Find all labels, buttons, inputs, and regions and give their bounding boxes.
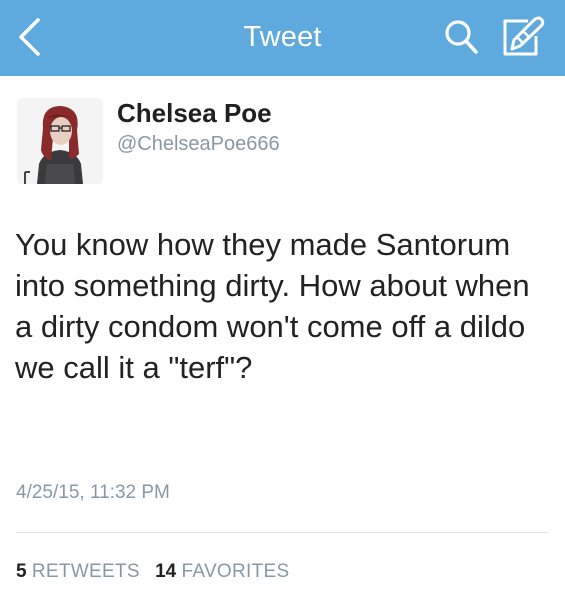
tweet-detail-screen: Tweet Chelsea Poe @ChelseaPoe666 You kno…: [0, 0, 565, 610]
search-icon: [441, 17, 481, 62]
favorites-count: 14: [155, 561, 177, 582]
avatar-image: [17, 98, 103, 184]
author-handle[interactable]: @ChelseaPoe666: [117, 132, 280, 156]
divider: [16, 532, 549, 533]
favorites-stat[interactable]: 14 FAVORITES: [155, 560, 289, 584]
author-name[interactable]: Chelsea Poe: [117, 98, 272, 128]
compose-button[interactable]: [494, 15, 550, 63]
retweets-stat[interactable]: 5 RETWEETS: [16, 560, 140, 584]
favorites-label: FAVORITES: [181, 561, 290, 582]
compose-icon: [498, 14, 546, 65]
retweets-label: RETWEETS: [31, 561, 140, 582]
tweet-header: Chelsea Poe @ChelseaPoe666: [0, 76, 565, 196]
retweets-count: 5: [16, 561, 27, 582]
tweet-timestamp: 4/25/15, 11:32 PM: [16, 482, 170, 503]
tweet-stats: 5 RETWEETS 14 FAVORITES: [16, 560, 299, 584]
navigation-bar: Tweet: [0, 0, 565, 76]
avatar[interactable]: [17, 98, 103, 184]
tweet-text: You know how they made Santorum into som…: [15, 227, 530, 385]
search-button[interactable]: [440, 18, 482, 60]
